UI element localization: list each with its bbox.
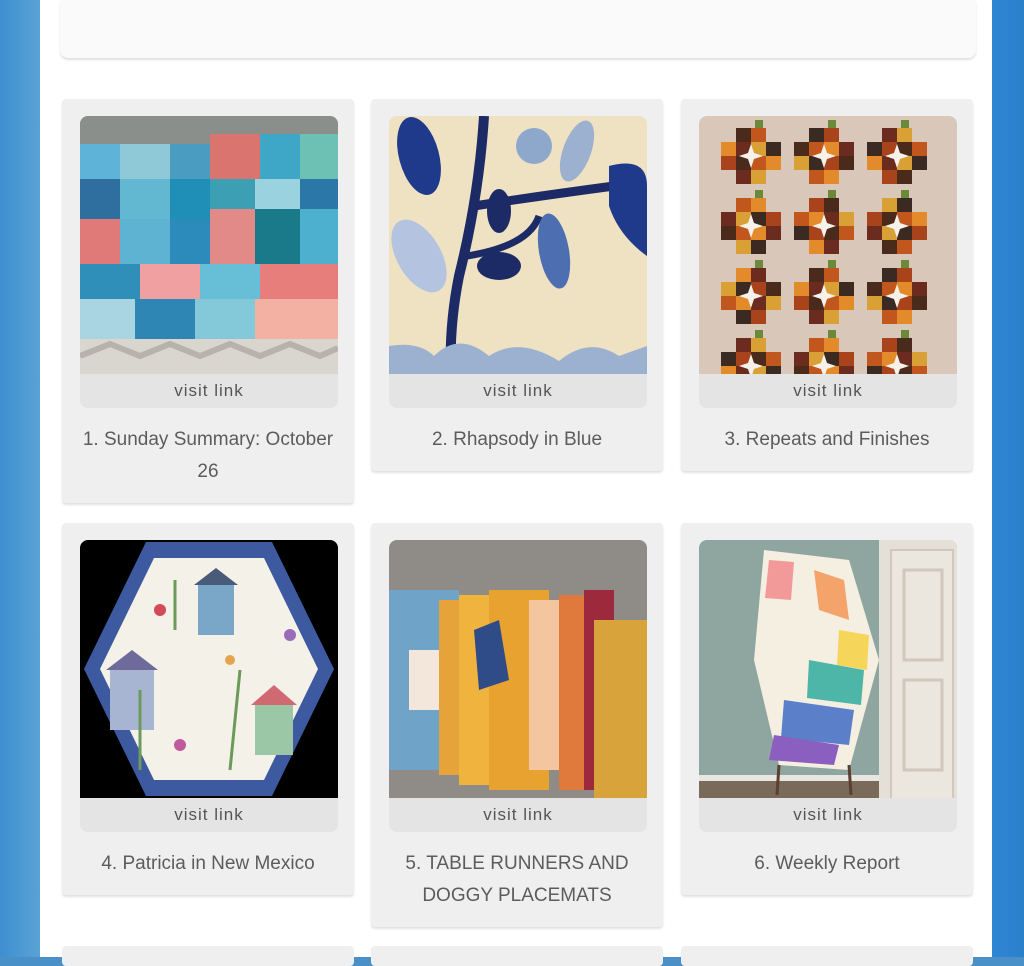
entry-title-3[interactable]: 3. Repeats and Finishes [695,424,959,456]
top-card [60,0,976,58]
entry-card-7-partial[interactable] [62,946,354,966]
left-blue-frame [0,0,40,957]
entry-card-5[interactable]: visit link 5. TABLE RUNNERS AND DOGGY PL… [371,523,663,927]
entry-thumbnail-link-2[interactable]: visit link [389,116,647,408]
entry-title-6[interactable]: 6. Weekly Report [695,848,959,880]
visit-link-button-6[interactable]: visit link [699,798,957,832]
entry-title-1[interactable]: 1. Sunday Summary: October 26 [76,424,340,488]
entry-image-6 [699,540,957,798]
entry-image-2 [389,116,647,374]
entry-thumbnail-link-5[interactable]: visit link [389,540,647,832]
entry-card-3[interactable]: visit link 3. Repeats and Finishes [681,99,973,471]
entry-image-3 [699,116,957,374]
entry-image-4 [80,540,338,798]
entry-image-1 [80,116,338,374]
entry-thumbnail-link-4[interactable]: visit link [80,540,338,832]
visit-link-button-5[interactable]: visit link [389,798,647,832]
entry-card-1[interactable]: visit link 1. Sunday Summary: October 26 [62,99,354,503]
entry-card-2[interactable]: visit link 2. Rhapsody in Blue [371,99,663,471]
entry-card-9-partial[interactable] [681,946,973,966]
entry-card-6[interactable]: visit link 6. Weekly Report [681,523,973,895]
entry-title-4[interactable]: 4. Patricia in New Mexico [76,848,340,880]
entry-card-8-partial[interactable] [371,946,663,966]
entry-title-2[interactable]: 2. Rhapsody in Blue [385,424,649,456]
visit-link-button-2[interactable]: visit link [389,374,647,408]
entry-image-5 [389,540,647,798]
visit-link-button-4[interactable]: visit link [80,798,338,832]
entry-thumbnail-link-6[interactable]: visit link [699,540,957,832]
visit-link-button-1[interactable]: visit link [80,374,338,408]
linkup-gallery: visit link 1. Sunday Summary: October 26 [40,0,992,966]
right-blue-frame [992,0,1024,957]
entry-card-4[interactable]: visit link 4. Patricia in New Mexico [62,523,354,895]
entry-thumbnail-link-1[interactable]: visit link [80,116,338,408]
entry-thumbnail-link-3[interactable]: visit link [699,116,957,408]
visit-link-button-3[interactable]: visit link [699,374,957,408]
entry-title-5[interactable]: 5. TABLE RUNNERS AND DOGGY PLACEMATS [385,848,649,912]
